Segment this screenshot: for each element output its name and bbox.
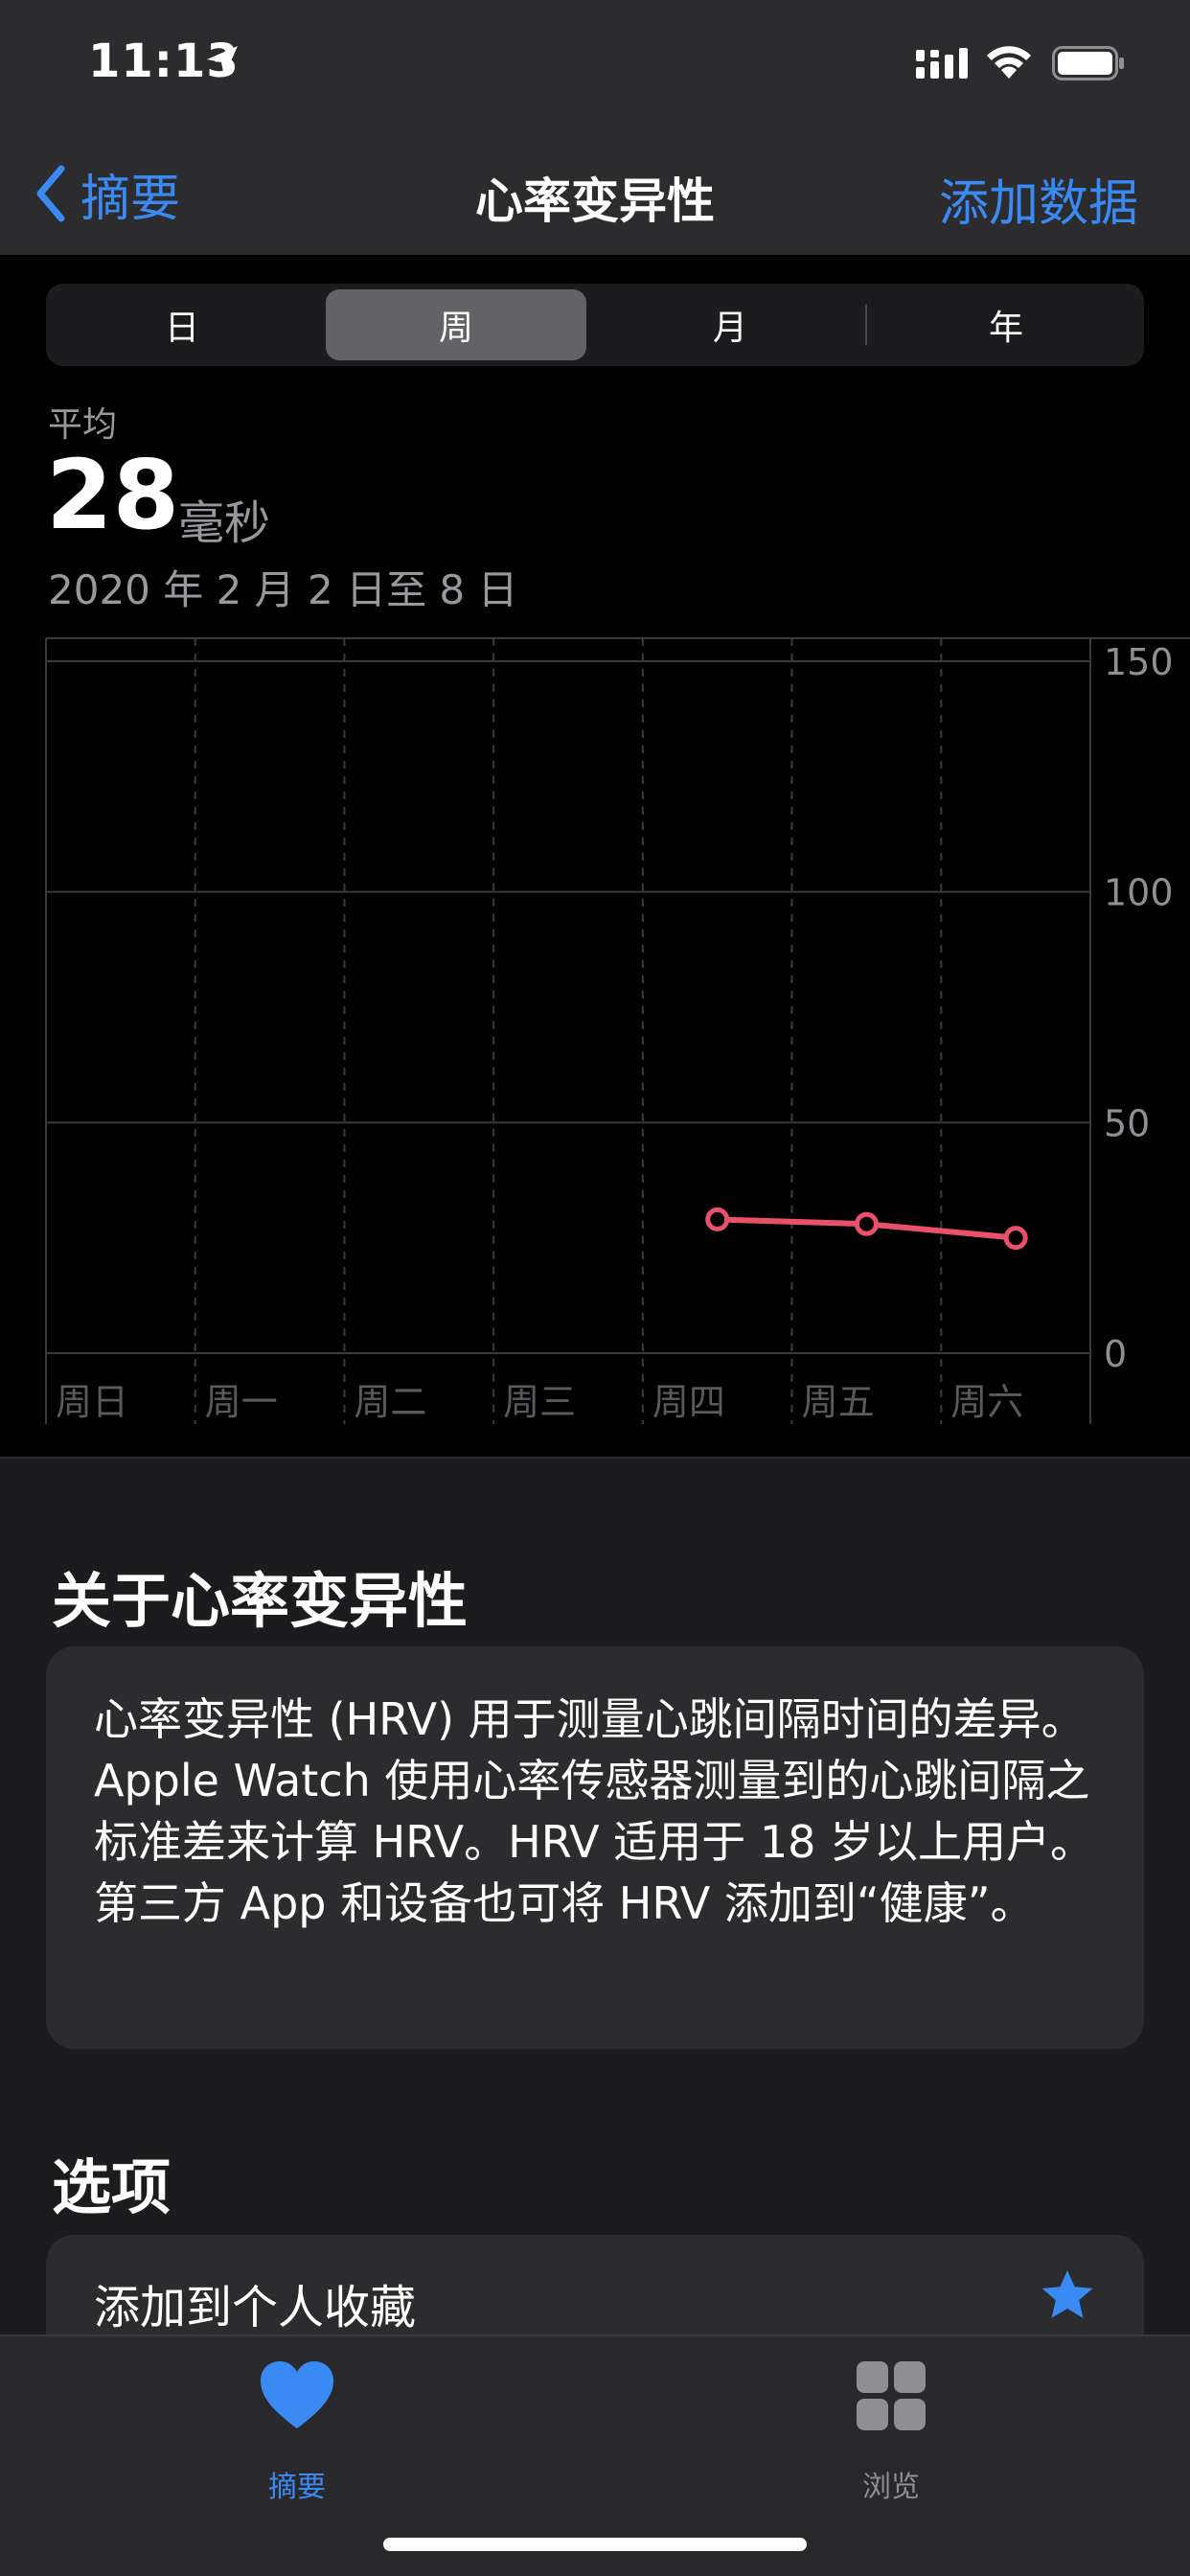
about-text: 心率变异性 (HRV) 用于测量心跳间隔时间的差异。Apple Watch 使用… xyxy=(94,1693,1095,1929)
x-tick-label: 周一 xyxy=(205,1381,278,1423)
hrv-data-point xyxy=(854,1211,879,1236)
tab-summary[interactable]: 摘要 xyxy=(201,2354,393,2507)
hrv-line-chart[interactable]: 0 50 100 150 周日 周一 周二 周三 周四 周五 周六 xyxy=(0,255,1190,1459)
screen: 11:13 摘要 心率变异性 添加数据 日 周 月 年 平均 28 毫秒 202… xyxy=(0,0,1190,2576)
chart-area: 日 周 月 年 平均 28 毫秒 2020 年 2 月 2 日至 8 日 0 50… xyxy=(0,255,1190,1459)
grid-icon xyxy=(857,2361,926,2430)
cellular-signal-icon xyxy=(916,48,968,79)
y-tick-label: 0 xyxy=(1104,1333,1127,1375)
x-tick-label: 周四 xyxy=(652,1381,725,1423)
x-tick-label: 周日 xyxy=(56,1381,128,1423)
x-tick-label: 周五 xyxy=(802,1381,875,1423)
about-section-title: 关于心率变异性 xyxy=(52,1566,469,1636)
hrv-data-point xyxy=(705,1207,730,1231)
add-to-favorites-label: 添加到个人收藏 xyxy=(94,2281,417,2334)
hrv-data-point xyxy=(1003,1226,1028,1251)
status-bar: 11:13 xyxy=(0,0,1190,134)
y-tick-label: 50 xyxy=(1104,1102,1150,1144)
y-tick-label: 150 xyxy=(1104,641,1174,683)
tab-summary-label: 摘要 xyxy=(268,2471,326,2504)
battery-icon xyxy=(1052,46,1124,80)
x-tick-label: 周三 xyxy=(503,1381,576,1423)
tab-browse[interactable]: 浏览 xyxy=(795,2354,987,2507)
add-data-button[interactable]: 添加数据 xyxy=(939,163,1138,235)
star-icon xyxy=(1041,2270,1093,2318)
x-tick-label: 周六 xyxy=(950,1381,1023,1423)
x-tick-label: 周二 xyxy=(354,1381,426,1423)
y-tick-label: 100 xyxy=(1104,872,1174,914)
tab-browse-label: 浏览 xyxy=(862,2471,920,2504)
heart-icon xyxy=(261,2361,333,2428)
location-arrow-icon xyxy=(207,46,238,77)
about-card: 心率变异性 (HRV) 用于测量心跳间隔时间的差异。Apple Watch 使用… xyxy=(46,1646,1144,2049)
home-indicator xyxy=(383,2538,807,2551)
wifi-icon xyxy=(987,46,1031,79)
options-section-title: 选项 xyxy=(52,2152,172,2222)
nav-bar: 摘要 心率变异性 添加数据 xyxy=(0,134,1190,255)
